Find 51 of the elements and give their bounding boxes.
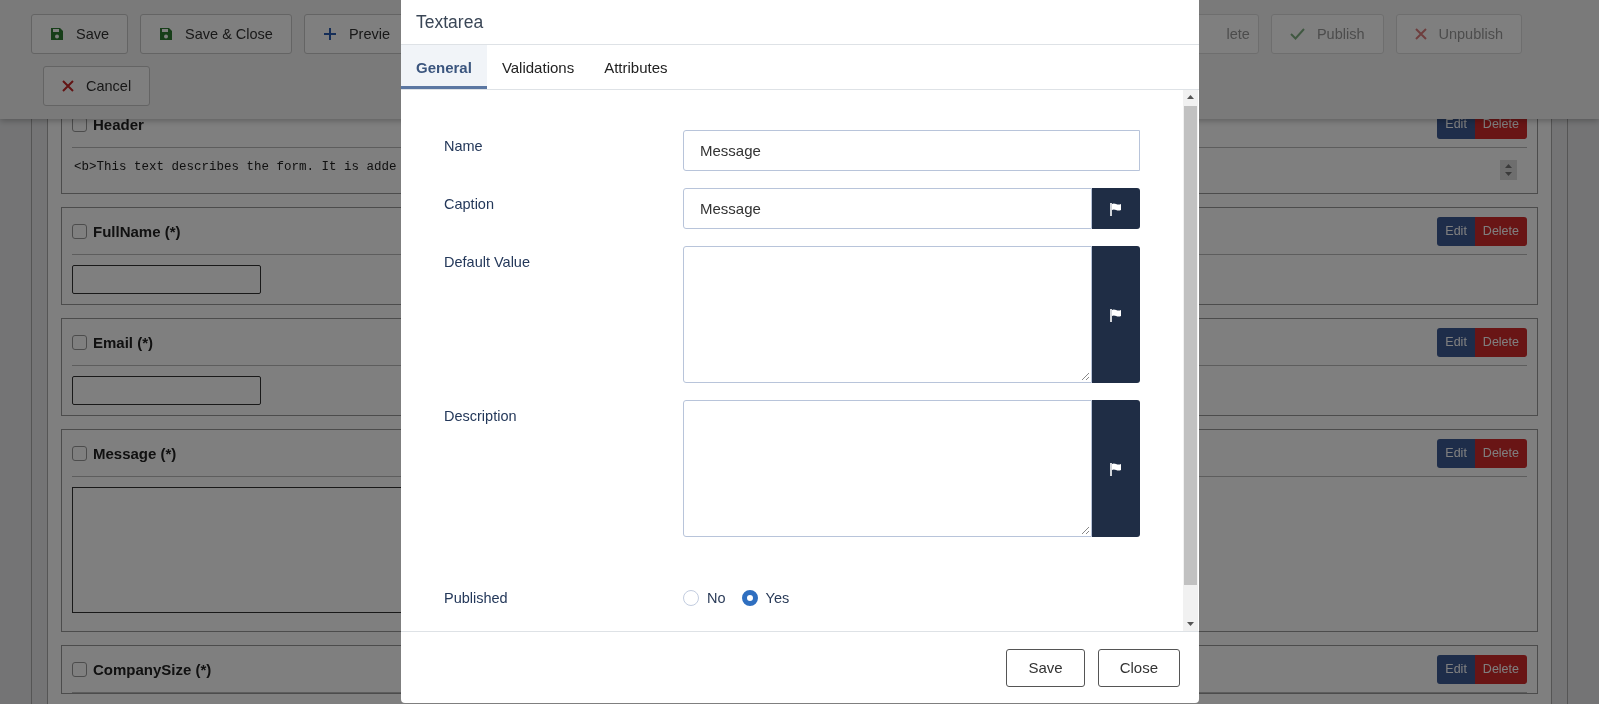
text-input-field[interactable]: Message [683,130,1140,171]
field-label: Message (*) [93,444,177,462]
field-label: FullName (*) [93,222,181,240]
toolbar-button[interactable]: Save [31,14,129,54]
delete-button[interactable]: Delete [1474,327,1527,357]
field-label: Name [444,137,484,156]
flag-icon [1109,461,1123,476]
radio-label: Yes [765,590,790,606]
plus-icon [322,27,337,41]
field-label: Header [93,115,144,133]
checkbox[interactable] [72,445,87,461]
edit-button[interactable]: Edit [1437,327,1475,357]
radio-label: No [707,590,726,606]
flag-icon [1109,201,1123,216]
tab[interactable]: Attributes [589,45,683,89]
spinner-arrows-icon [1500,160,1517,180]
delete-button[interactable]: Delete [1474,216,1527,246]
close-icon [62,80,74,92]
scrollbar[interactable] [1183,90,1198,631]
tab[interactable]: General [401,45,487,89]
radio-button[interactable] [741,590,758,606]
field-label: Email (*) [93,333,153,351]
resize-grip-icon [1081,372,1089,380]
text-input-field[interactable]: Message [683,188,1092,229]
checkbox[interactable] [72,661,87,677]
text-input-field[interactable] [72,265,261,294]
textarea-field[interactable] [683,400,1092,537]
flag-icon [1109,307,1123,322]
dialog-button[interactable]: Save [1006,648,1085,687]
textarea-field[interactable] [683,246,1092,383]
delete-button[interactable]: Delete [1474,654,1527,684]
dialog-title: Textarea [401,0,1199,45]
field-label: Published [444,590,509,606]
resize-grip-icon [1081,526,1089,534]
text-input-field[interactable] [72,376,261,405]
delete-button[interactable]: Delete [1474,438,1527,468]
edit-button[interactable]: Edit [1437,216,1475,246]
field-label: CompanySize (*) [93,660,212,678]
checkbox[interactable] [72,334,87,350]
edit-button[interactable]: Edit [1437,438,1475,468]
toolbar-button[interactable]: Cancel [43,66,151,106]
edit-button[interactable]: Edit [1437,654,1475,684]
field-label: Caption [444,195,495,214]
toolbar-button[interactable]: Save & Close [140,14,292,54]
dialog-button[interactable]: Close [1097,648,1180,687]
tab[interactable]: Validations [486,45,590,89]
header-text: <b>This text describes the form. It is adde [74,160,397,174]
translate-button[interactable] [1092,188,1140,229]
checkbox[interactable] [72,223,87,239]
field-label: Description [444,407,518,426]
field-label: Default Value [444,253,531,272]
